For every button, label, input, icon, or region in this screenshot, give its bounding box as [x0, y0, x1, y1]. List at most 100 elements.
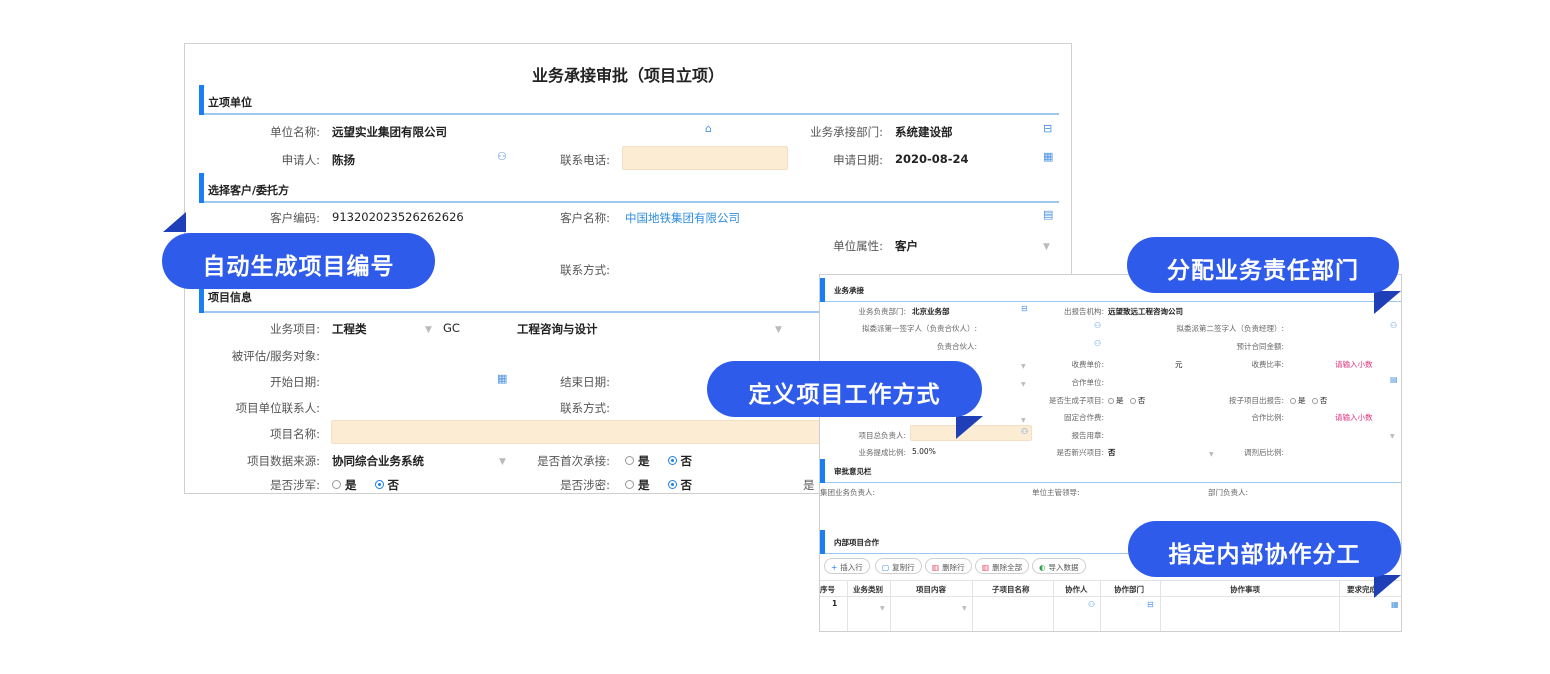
section-customer: 选择客户/委托方 [199, 173, 1059, 203]
radio-no[interactable] [667, 456, 677, 465]
delete-row-button[interactable]: ▥ 删除行 [925, 558, 972, 574]
radio-yes-label: 是 [1116, 396, 1124, 405]
delete-all-button[interactable]: ▥ 删除全部 [975, 558, 1030, 574]
chevron-down-icon[interactable]: ▼ [425, 325, 432, 335]
radio-no[interactable] [667, 480, 677, 489]
customer-name-value[interactable]: 中国地铁集团有限公司 [625, 210, 740, 226]
grid-divider [1160, 580, 1161, 631]
report-org-value[interactable]: 远望致远工程咨询公司 [1108, 306, 1183, 317]
calculator-icon[interactable]: ▤ [1390, 375, 1398, 384]
section-customer-title: 选择客户/委托方 [208, 184, 290, 197]
phone-input[interactable] [622, 146, 788, 170]
customer-name-label: 客户名称: [560, 211, 610, 225]
user-icon[interactable]: ⚇ [497, 150, 507, 163]
user-icon[interactable]: ⚇ [1390, 321, 1397, 330]
radio-no-label: 否 [680, 454, 693, 468]
radio-no[interactable] [374, 480, 384, 489]
radio-yes-label: 是 [345, 478, 357, 492]
user-icon[interactable]: ⚇ [1094, 321, 1101, 330]
calculator-icon[interactable]: ▤ [1043, 208, 1053, 221]
signer1-label: 拟委派第一签字人（负责合伙人）: [861, 324, 977, 333]
section-marker [820, 530, 825, 554]
end-date-label: 结束日期: [560, 375, 610, 389]
radio-no[interactable] [1129, 398, 1136, 404]
contact-label: 联系方式: [560, 263, 610, 277]
org-icon[interactable]: ⊟ [1147, 600, 1154, 609]
grid-divider [1100, 580, 1101, 631]
col-header: 业务类别 [853, 585, 883, 594]
chevron-down-icon[interactable]: ▼ [962, 605, 967, 612]
radio-yes[interactable] [625, 480, 634, 489]
dept-head-label: 部门负责人: [1208, 488, 1249, 497]
fee-ratio-hint[interactable]: 请输入小数 [1335, 359, 1373, 370]
new-proj-value[interactable]: 否 [1108, 447, 1116, 458]
biz-item-sub[interactable]: 工程咨询与设计 [517, 321, 598, 337]
coop-unit-label: 合作单位: [1071, 378, 1104, 387]
first-radio-group[interactable]: 是 否 [625, 453, 692, 469]
applicant-value[interactable]: 陈扬 [332, 152, 355, 168]
unit-attr-value[interactable]: 客户 [895, 238, 918, 254]
proj-name-label: 项目名称: [270, 427, 320, 441]
signer2-label: 拟委派第二签字人（负责经理）: [1176, 324, 1284, 333]
chevron-down-icon[interactable]: ▼ [775, 325, 782, 335]
secret-radio-group[interactable]: 是 否 [625, 477, 692, 493]
unit-name-value[interactable]: 远望实业集团有限公司 [332, 124, 447, 140]
callout-fold [163, 212, 186, 232]
callout-fold [956, 416, 983, 439]
radio-no[interactable] [1311, 398, 1318, 404]
biz-item-code: GC [443, 321, 460, 335]
delete-all-label: 删除全部 [992, 563, 1023, 572]
radio-yes[interactable] [1108, 398, 1114, 404]
callout-assign-internal: 指定内部协作分工 [1128, 521, 1401, 577]
org-icon[interactable]: ⊟ [1043, 122, 1052, 135]
import-data-button[interactable]: ◐ 导入数据 [1032, 558, 1086, 574]
chevron-down-icon[interactable]: ▼ [1021, 363, 1026, 370]
calendar-icon[interactable]: ▦ [1391, 600, 1399, 609]
form-title: 业务承接审批（项目立项） [531, 66, 724, 85]
section-project-title: 项目信息 [208, 291, 252, 304]
radio-yes[interactable] [332, 480, 341, 489]
apply-date-value[interactable]: 2020-08-24 [895, 152, 969, 166]
coop-ratio-hint[interactable]: 请输入小数 [1335, 412, 1373, 423]
chevron-down-icon[interactable]: ▼ [1043, 242, 1050, 252]
sub-report-label: 按子项目出报告: [1228, 396, 1284, 405]
radio-yes-label: 是 [638, 454, 650, 468]
lead-label: 项目总负责人: [858, 431, 906, 440]
commission-value[interactable]: 5.00% [912, 447, 936, 456]
section-biz-title: 业务承接 [834, 286, 864, 295]
sub-report-radio-group[interactable]: 是 否 [1286, 395, 1327, 406]
org-icon[interactable]: ⊟ [1021, 304, 1028, 313]
biz-dept-value[interactable]: 北京业务部 [912, 306, 950, 317]
section-marker [199, 85, 204, 115]
grid-divider [847, 580, 848, 631]
user-icon[interactable]: ⚇ [1094, 339, 1101, 348]
chevron-down-icon[interactable]: ▼ [1390, 433, 1395, 440]
chevron-down-icon[interactable]: ▼ [499, 457, 506, 467]
user-icon[interactable]: ⚇ [1021, 427, 1028, 436]
chevron-down-icon[interactable]: ▼ [1021, 417, 1026, 424]
unit-name-label: 单位名称: [270, 125, 320, 139]
delete-icon: ▥ [982, 563, 990, 572]
fixed-fee-label: 固定合作费: [1063, 413, 1104, 422]
insert-row-button[interactable]: + 插入行 [824, 558, 870, 574]
radio-no-label: 否 [680, 478, 693, 492]
table-row-border [820, 596, 1401, 597]
callout-fold [1374, 575, 1401, 598]
radio-yes[interactable] [625, 456, 634, 465]
copy-row-button[interactable]: ▢ 复制行 [875, 558, 922, 574]
chevron-down-icon[interactable]: ▼ [880, 605, 885, 612]
data-source-value[interactable]: 协同综合业务系统 [332, 453, 424, 469]
biz-item-value[interactable]: 工程类 [332, 321, 367, 337]
biz-item-label: 业务项目: [270, 322, 320, 336]
grid-divider [1339, 580, 1340, 631]
dept-value[interactable]: 系统建设部 [895, 124, 953, 140]
calendar-icon[interactable]: ▦ [1043, 150, 1053, 163]
customer-code-value[interactable]: 913202023526262626 [332, 210, 464, 224]
military-radio-group[interactable]: 是 否 [332, 477, 399, 493]
user-icon[interactable]: ⚇ [1088, 600, 1095, 609]
bank-icon[interactable]: ⌂ [705, 122, 712, 135]
chevron-down-icon[interactable]: ▼ [1021, 381, 1026, 388]
radio-yes[interactable] [1290, 398, 1296, 404]
calendar-icon[interactable]: ▦ [497, 372, 507, 385]
sub-proj-radio-group[interactable]: 是 否 [1104, 395, 1145, 406]
